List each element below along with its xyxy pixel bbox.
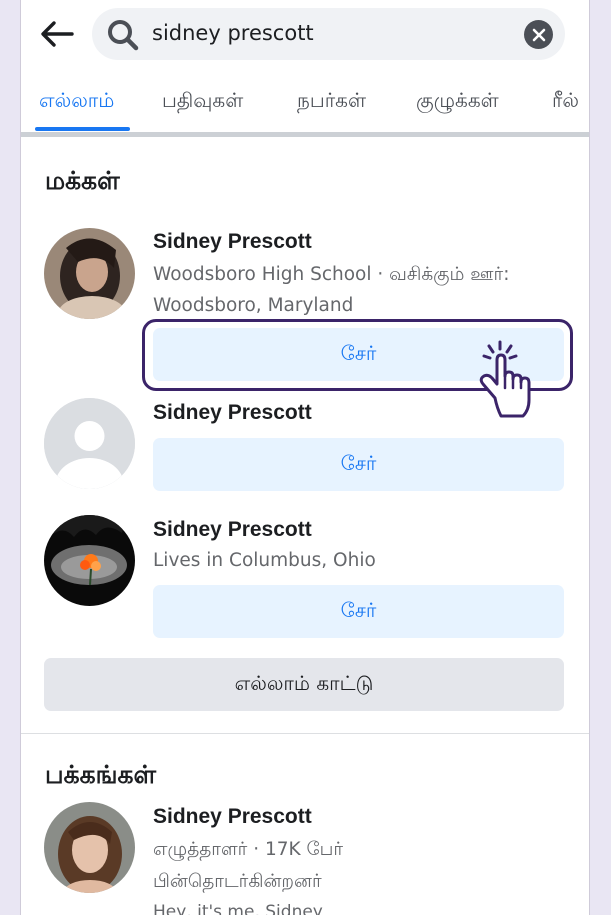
app-screen: sidney prescott எல்லாம் பதிவுகள் நபர்கள்… — [20, 0, 590, 915]
add-friend-button[interactable]: சேர் — [153, 585, 564, 638]
result-name[interactable]: Sidney Prescott — [153, 401, 312, 425]
tab-people[interactable]: நபர்கள் — [297, 88, 366, 115]
tab-groups[interactable]: குழுக்கள் — [416, 88, 499, 115]
result-detail: பின்தொடர்கின்றனர் — [153, 871, 322, 892]
section-divider — [21, 733, 589, 734]
avatar[interactable] — [44, 802, 135, 893]
result-name[interactable]: Sidney Prescott — [153, 230, 312, 254]
result-detail: Lives in Columbus, Ohio — [153, 550, 376, 571]
people-section-title: மக்கள் — [45, 166, 120, 195]
default-avatar-icon[interactable] — [44, 398, 135, 489]
avatar[interactable] — [44, 515, 135, 606]
add-friend-button[interactable]: சேர் — [153, 438, 564, 491]
pages-section-title: பக்கங்கள் — [45, 760, 157, 789]
tab-all[interactable]: எல்லாம் — [39, 88, 114, 115]
search-bar[interactable]: sidney prescott — [92, 8, 565, 60]
search-icon — [108, 20, 139, 51]
result-detail: Hey, it's me, Sidney — [153, 902, 323, 915]
tab-posts[interactable]: பதிவுகள் — [162, 88, 243, 115]
result-name[interactable]: Sidney Prescott — [153, 518, 312, 542]
result-detail: எழுத்தாளர் · 17K பேர் — [153, 839, 344, 860]
back-arrow-icon[interactable] — [37, 14, 77, 54]
see-all-button[interactable]: எல்லாம் காட்டு — [44, 658, 564, 711]
search-input[interactable]: sidney prescott — [152, 21, 314, 45]
result-name[interactable]: Sidney Prescott — [153, 805, 312, 829]
result-detail: Woodsboro High School · வசிக்கும் ஊர்: — [153, 264, 510, 285]
hand-pointer-icon — [479, 340, 531, 418]
avatar[interactable] — [44, 228, 135, 319]
tab-reels[interactable]: ரீல் — [552, 88, 579, 115]
result-detail: Woodsboro, Maryland — [153, 295, 354, 316]
clear-search-icon[interactable] — [524, 20, 553, 49]
active-tab-indicator — [35, 127, 130, 131]
